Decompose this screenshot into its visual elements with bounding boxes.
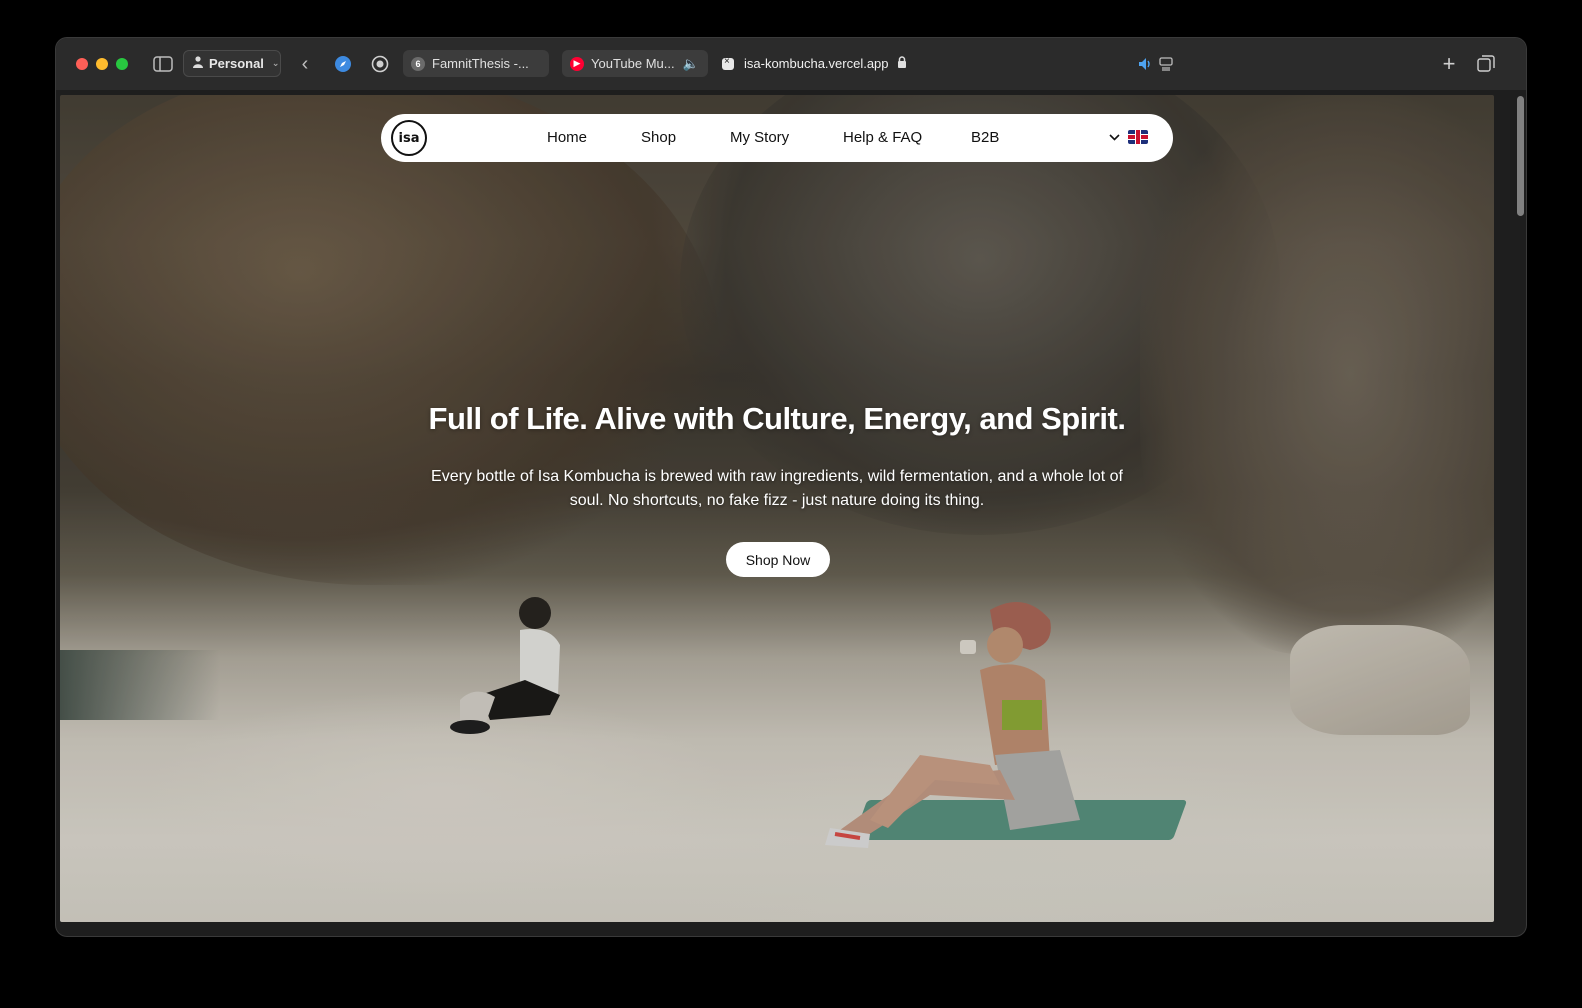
tab-title: YouTube Mu...	[591, 56, 675, 71]
tab-title: FamnitThesis -...	[432, 56, 529, 71]
tab-overview-icon[interactable]	[1475, 52, 1497, 76]
chevron-down-icon	[1109, 128, 1120, 146]
close-window-button[interactable]	[76, 58, 88, 70]
nav-b2b[interactable]: B2B	[971, 129, 999, 146]
browser-toolbar: Personal ⌄ ‹ 6 FamnitThesis -... ▶ YouTu…	[56, 38, 1526, 90]
chevron-down-icon: ⌄	[271, 58, 280, 68]
page-scrollbar[interactable]	[1517, 96, 1524, 216]
nav-home[interactable]: Home	[547, 129, 587, 146]
url-text: isa-kombucha.vercel.app	[744, 56, 889, 71]
famnit-favicon-icon: 6	[411, 56, 425, 71]
site-navbar: isa Home Shop My Story Help & FAQ B2B	[381, 114, 1173, 162]
browser-window: Personal ⌄ ‹ 6 FamnitThesis -... ▶ YouTu…	[56, 38, 1526, 936]
safari-compass-icon[interactable]	[332, 52, 354, 76]
profile-label: Personal	[209, 56, 264, 71]
minimize-window-button[interactable]	[96, 58, 108, 70]
speaker-muted-icon[interactable]: 🔈	[683, 56, 699, 72]
back-icon[interactable]: ‹	[296, 52, 314, 76]
tab-famnit-thesis[interactable]: 6 FamnitThesis -...	[403, 50, 549, 77]
zoom-window-button[interactable]	[116, 58, 128, 70]
site-favicon-icon: ×	[722, 56, 734, 70]
nav-shop[interactable]: Shop	[641, 129, 676, 146]
webpage-content: isa Home Shop My Story Help & FAQ B2B Fu…	[60, 95, 1494, 922]
privacy-shield-icon[interactable]	[369, 52, 391, 76]
hero-title: Full of Life. Alive with Culture, Energy…	[428, 401, 1126, 436]
lock-icon	[897, 56, 907, 71]
nav-my-story[interactable]: My Story	[730, 129, 789, 146]
person-icon	[193, 56, 203, 71]
shop-now-button[interactable]: Shop Now	[726, 542, 830, 577]
nav-help-faq[interactable]: Help & FAQ	[843, 129, 922, 146]
profile-button[interactable]: Personal ⌄	[183, 50, 281, 77]
active-tab-address[interactable]: × isa-kombucha.vercel.app	[722, 50, 907, 77]
language-selector[interactable]	[1109, 128, 1148, 146]
isa-kombucha-logo[interactable]: isa	[391, 120, 427, 156]
speaker-icon[interactable]	[1138, 52, 1154, 76]
new-tab-icon[interactable]: +	[1439, 51, 1459, 76]
hero-subtitle: Every bottle of Isa Kombucha is brewed w…	[431, 468, 1123, 509]
picture-in-picture-icon[interactable]	[1158, 52, 1174, 76]
sidebar-icon[interactable]	[152, 52, 174, 76]
tab-youtube-music[interactable]: ▶ YouTube Mu... 🔈	[562, 50, 708, 77]
youtube-music-favicon-icon: ▶	[570, 56, 584, 71]
uk-flag-icon	[1128, 130, 1148, 144]
